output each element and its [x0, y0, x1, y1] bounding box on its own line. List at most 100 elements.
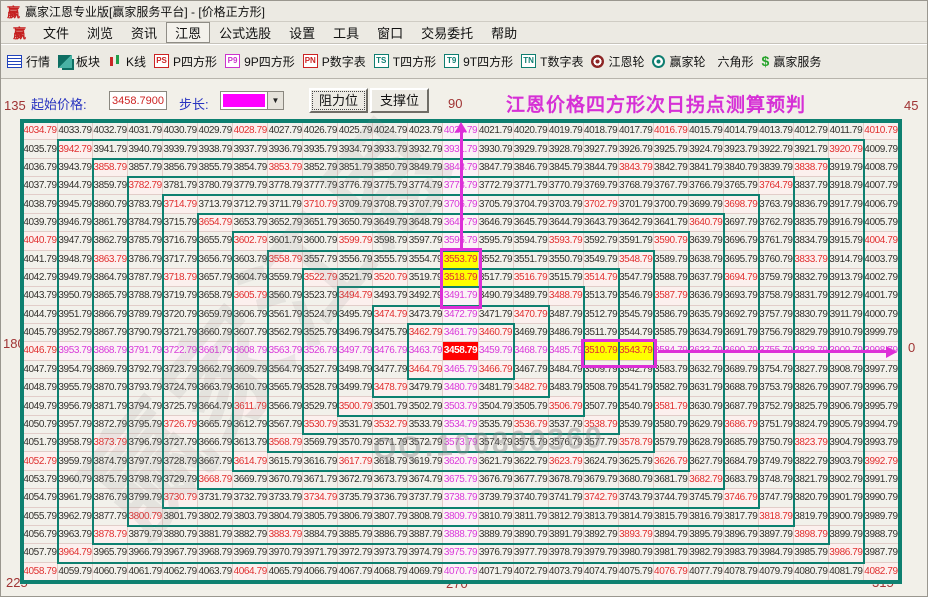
grid-cell[interactable]: 4052.79 — [23, 452, 59, 471]
grid-cell[interactable]: 3582.79 — [653, 379, 689, 398]
grid-cell[interactable]: 3616.79 — [303, 452, 339, 471]
grid-cell[interactable]: 3484.79 — [548, 360, 584, 380]
grid-cell[interactable]: 3777.79 — [303, 177, 339, 196]
grid-cell[interactable]: 3720.79 — [163, 305, 199, 324]
grid-cell[interactable]: 3567.79 — [268, 415, 304, 435]
grid-cell[interactable]: 3922.79 — [758, 140, 794, 159]
grid-cell[interactable]: 3540.79 — [618, 397, 654, 416]
grid-cell[interactable]: 3477.79 — [373, 360, 409, 380]
grid-cell[interactable]: 4037.79 — [23, 177, 59, 196]
grid-cell[interactable]: 3680.79 — [618, 470, 654, 490]
grid-cell[interactable]: 3730.79 — [163, 489, 199, 508]
grid-cell[interactable]: 3987.79 — [863, 544, 899, 563]
grid-cell[interactable]: 4066.79 — [303, 562, 339, 581]
grid-cell[interactable]: 3713.79 — [198, 195, 234, 214]
menu-item-江恩[interactable]: 江恩 — [166, 22, 211, 43]
menu-item-浏览[interactable]: 浏览 — [78, 22, 122, 43]
grid-cell[interactable]: 3591.79 — [618, 232, 654, 251]
grid-cell[interactable]: 3472.79 — [443, 305, 479, 324]
grid-cell[interactable]: 3795.79 — [128, 415, 164, 435]
grid-cell[interactable]: 3571.79 — [373, 434, 409, 453]
grid-cell[interactable]: 3752.79 — [758, 397, 794, 416]
grid-cell[interactable]: 3535.79 — [478, 415, 514, 435]
grid-cell[interactable]: 3581.79 — [653, 397, 689, 416]
grid-cell[interactable]: 3817.79 — [723, 507, 759, 526]
grid-cell[interactable]: 3921.79 — [793, 140, 829, 159]
grid-cell[interactable]: 3673.79 — [373, 470, 409, 490]
grid-cell[interactable]: 4020.79 — [513, 122, 549, 141]
grid-cell[interactable]: 3797.79 — [128, 452, 164, 471]
grid-cell[interactable]: 3507.79 — [583, 397, 619, 416]
grid-cell[interactable]: 3927.79 — [583, 140, 619, 159]
grid-cell[interactable]: 3857.79 — [128, 158, 164, 178]
grid-cell[interactable]: 3854.79 — [233, 158, 269, 178]
grid-cell[interactable]: 3876.79 — [93, 489, 129, 508]
grid-cell[interactable]: 3533.79 — [408, 415, 444, 435]
grid-cell[interactable]: 4033.79 — [58, 122, 94, 141]
grid-cell[interactable]: 3684.79 — [723, 452, 759, 471]
grid-cell[interactable]: 3590.79 — [653, 232, 689, 251]
grid-cell[interactable]: 3995.79 — [863, 397, 899, 416]
toolbar-button-P数字表[interactable]: PN P数字表 — [302, 53, 366, 70]
grid-cell[interactable]: 3738.79 — [443, 489, 479, 508]
grid-cell[interactable]: 3917.79 — [828, 195, 864, 214]
grid-cell[interactable]: 3718.79 — [163, 268, 199, 288]
grid-cell[interactable]: 3469.79 — [513, 323, 549, 343]
grid-cell[interactable]: 3506.79 — [548, 397, 584, 416]
grid-cell[interactable]: 3534.79 — [443, 415, 479, 435]
grid-cell[interactable]: 3850.79 — [373, 158, 409, 178]
grid-cell[interactable]: 3579.79 — [653, 434, 689, 453]
menu-item-文件[interactable]: 文件 — [34, 22, 78, 43]
grid-cell[interactable]: 3491.79 — [443, 287, 479, 306]
grid-cell[interactable]: 3498.79 — [338, 360, 374, 380]
grid-cell[interactable]: 3954.79 — [58, 360, 94, 380]
grid-cell[interactable]: 3979.79 — [583, 544, 619, 563]
grid-cell[interactable]: 3583.79 — [653, 360, 689, 380]
grid-cell[interactable]: 3780.79 — [198, 177, 234, 196]
grid-cell[interactable]: 4021.79 — [478, 122, 514, 141]
grid-cell[interactable]: 3736.79 — [373, 489, 409, 508]
grid-cell[interactable]: 3796.79 — [128, 434, 164, 453]
grid-cell[interactable]: 3512.79 — [583, 305, 619, 324]
grid-cell[interactable]: 3851.79 — [338, 158, 374, 178]
grid-cell[interactable]: 3465.79 — [443, 360, 479, 380]
grid-cell[interactable]: 3847.79 — [478, 158, 514, 178]
grid-cell[interactable]: 4010.79 — [863, 122, 899, 141]
menu-item-公式选股[interactable]: 公式选股 — [210, 22, 280, 43]
grid-cell[interactable]: 3648.79 — [408, 213, 444, 233]
grid-cell[interactable]: 3981.79 — [653, 544, 689, 563]
grid-cell[interactable]: 3759.79 — [758, 268, 794, 288]
toolbar-button-六角形[interactable]: 六角形 — [714, 53, 754, 70]
grid-cell[interactable]: 3647.79 — [443, 213, 479, 233]
grid-cell[interactable]: 3459.79 — [478, 342, 514, 361]
grid-cell[interactable]: 3578.79 — [618, 434, 654, 453]
grid-cell[interactable]: 3825.79 — [793, 397, 829, 416]
grid-cell[interactable]: 3932.79 — [408, 140, 444, 159]
grid-cell[interactable]: 3956.79 — [58, 397, 94, 416]
grid-cell[interactable]: 3895.79 — [688, 525, 724, 545]
grid-cell[interactable]: 3497.79 — [338, 342, 374, 361]
grid-cell[interactable]: 3743.79 — [618, 489, 654, 508]
grid-cell[interactable]: 3527.79 — [303, 360, 339, 380]
grid-cell[interactable]: 3618.79 — [373, 452, 409, 471]
grid-cell[interactable]: 3787.79 — [128, 268, 164, 288]
grid-cell[interactable]: 3813.79 — [583, 507, 619, 526]
grid-cell[interactable]: 3495.79 — [338, 305, 374, 324]
grid-cell[interactable]: 3840.79 — [723, 158, 759, 178]
grid-cell[interactable]: 3719.79 — [163, 287, 199, 306]
menu-item-资讯[interactable]: 资讯 — [122, 22, 166, 43]
grid-cell[interactable]: 3634.79 — [688, 323, 724, 343]
grid-cell[interactable]: 4057.79 — [23, 544, 59, 563]
grid-cell[interactable]: 3466.79 — [478, 360, 514, 380]
grid-cell[interactable]: 4064.79 — [233, 562, 269, 581]
grid-cell[interactable]: 3467.79 — [513, 360, 549, 380]
grid-cell[interactable]: 3503.79 — [443, 397, 479, 416]
grid-cell[interactable]: 3509.79 — [583, 360, 619, 380]
grid-cell[interactable]: 4005.79 — [863, 213, 899, 233]
grid-cell[interactable]: 3640.79 — [688, 213, 724, 233]
grid-cell[interactable]: 3942.79 — [58, 140, 94, 159]
grid-cell[interactable]: 3529.79 — [303, 397, 339, 416]
grid-cell[interactable]: 3519.79 — [408, 268, 444, 288]
grid-cell[interactable]: 3524.79 — [303, 305, 339, 324]
grid-cell[interactable]: 3526.79 — [303, 342, 339, 361]
